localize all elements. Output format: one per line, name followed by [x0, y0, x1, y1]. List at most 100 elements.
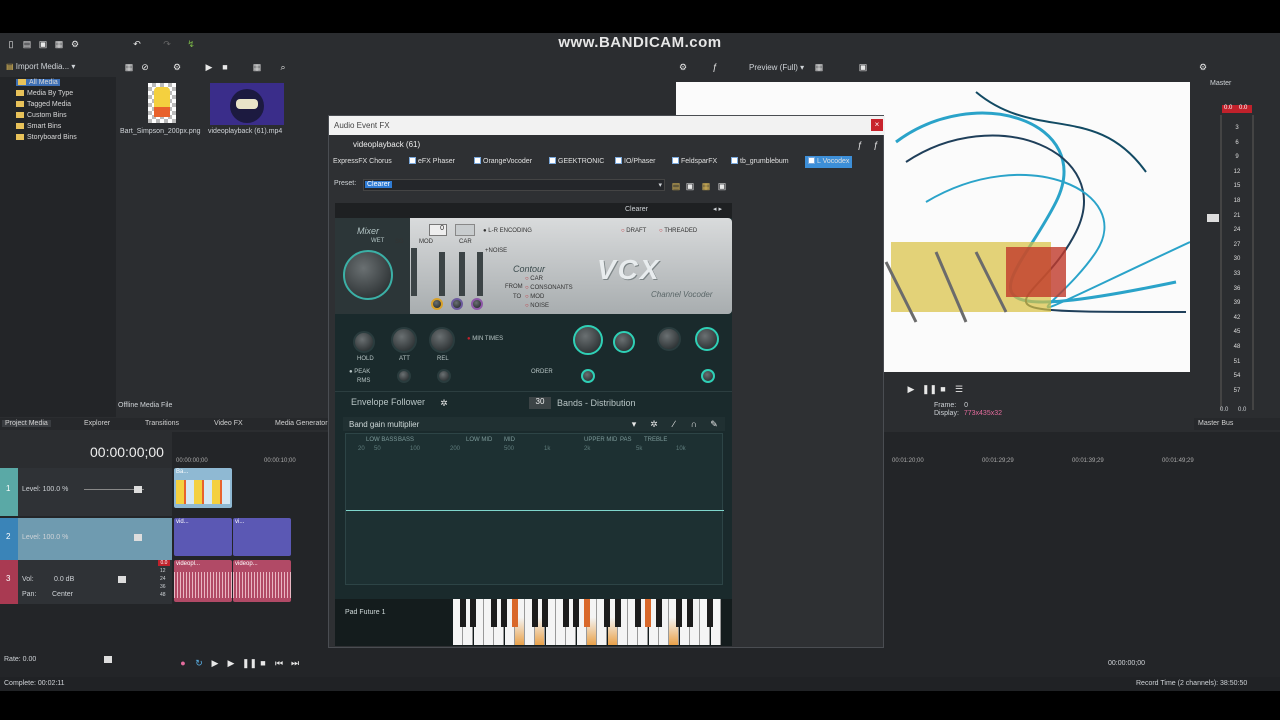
checkbox-icon[interactable]	[549, 157, 556, 164]
audio-clip-a[interactable]: videopl...	[174, 560, 232, 602]
mod-knob[interactable]	[431, 298, 443, 310]
black-key[interactable]	[676, 599, 683, 627]
envelope-knob-b[interactable]	[437, 369, 451, 383]
pencil-icon[interactable]: ✎	[709, 419, 719, 429]
contour-option[interactable]: ○ CAR	[525, 276, 543, 282]
peak-toggle[interactable]: ● PEAK	[349, 369, 370, 375]
checkbox-icon[interactable]	[808, 157, 815, 164]
video-clip-a[interactable]: vid...	[174, 518, 232, 556]
chevron-down-icon[interactable]: ▾	[629, 419, 639, 429]
track-header-1[interactable]: 1 Level: 100.0 %	[0, 468, 172, 516]
checkbox-icon[interactable]	[672, 157, 679, 164]
remove-icon[interactable]: ⊘	[140, 62, 150, 72]
contour-option[interactable]: ○ MOD	[525, 294, 544, 300]
checkbox-icon[interactable]	[615, 157, 622, 164]
black-key[interactable]	[563, 599, 569, 627]
level-slider-handle[interactable]	[134, 534, 142, 541]
noise-knob[interactable]	[471, 298, 483, 310]
pause-icon[interactable]: ❚❚	[242, 658, 257, 668]
black-key[interactable]	[460, 599, 466, 627]
dialog-close-button[interactable]: ×	[871, 119, 883, 131]
fx-chain-item[interactable]: GEEKTRONIC	[549, 156, 604, 168]
fx-chain-item[interactable]: OrangeVocoder	[474, 156, 532, 168]
hi-knob[interactable]	[701, 369, 715, 383]
envelope-knob-a[interactable]	[397, 369, 411, 383]
views-icon[interactable]: ▦	[252, 62, 262, 72]
track-header-3[interactable]: 3 Vol: 0.0 dB Pan: Center 0.0 12 24 36 4…	[0, 560, 172, 604]
save-snapshot-icon[interactable]: ▣	[858, 62, 868, 72]
checkbox-icon[interactable]	[409, 157, 416, 164]
level-slider-handle[interactable]	[134, 486, 142, 493]
contour-option[interactable]: ○ CONSONANTS	[525, 285, 573, 291]
band-gain-graph[interactable]: LOW BASS BASS LOW MID MID UPPER MID PAS TREBLE…	[345, 433, 724, 585]
lr-encoding-toggle[interactable]: ● L-R ENCODING	[483, 228, 532, 234]
settings-icon[interactable]: ⚙	[172, 62, 182, 72]
fx-chain-item[interactable]: IO/Phaser	[615, 156, 656, 168]
preset-settings-icon[interactable]: ▣	[717, 181, 727, 191]
contour-option[interactable]: ○ NOISE	[525, 303, 549, 309]
order-knob[interactable]	[581, 369, 595, 383]
black-key[interactable]	[686, 599, 693, 627]
piano-keyboard[interactable]	[453, 599, 721, 645]
sg-fader[interactable]	[411, 248, 417, 296]
instrument-selector[interactable]: Pad Future 1	[345, 609, 385, 616]
car-knob[interactable]	[451, 298, 463, 310]
band-gain-dropdown[interactable]: Band gain multiplier	[349, 420, 419, 429]
black-key[interactable]	[707, 599, 714, 627]
stop-preview-icon[interactable]: ■	[938, 384, 948, 394]
tree-tagged-media[interactable]: Tagged Media	[16, 101, 71, 108]
master-settings-icon[interactable]: ⚙	[1198, 62, 1208, 72]
tree-media-by-type[interactable]: Media By Type	[16, 90, 73, 97]
play-preview-icon[interactable]: ▶	[906, 384, 916, 394]
black-key[interactable]	[655, 599, 662, 627]
black-key[interactable]	[542, 599, 549, 627]
voices-knob[interactable]	[695, 327, 719, 351]
tree-custom-bins[interactable]: Custom Bins	[16, 112, 67, 119]
black-key[interactable]	[614, 599, 621, 627]
spread-knob[interactable]	[613, 331, 635, 353]
snowflake-icon[interactable]: ✲	[649, 419, 659, 429]
car-fader[interactable]	[459, 252, 465, 296]
rate-slider-handle[interactable]	[104, 656, 112, 663]
magnet-icon[interactable]: ∩	[689, 419, 699, 429]
play-from-start-icon[interactable]: ▶	[210, 658, 220, 668]
grid-icon[interactable]: ▦	[814, 62, 824, 72]
menu-preview-icon[interactable]: ☰	[954, 384, 964, 394]
black-key[interactable]	[573, 599, 580, 627]
black-key[interactable]	[532, 599, 539, 627]
volume-slider-handle[interactable]	[118, 576, 126, 583]
master-fader-handle[interactable]	[1207, 214, 1219, 222]
black-key[interactable]	[490, 599, 497, 627]
fx-chain-icon[interactable]: ƒ	[855, 140, 865, 150]
wet-knob[interactable]	[343, 250, 393, 300]
checkbox-icon[interactable]	[474, 157, 481, 164]
record-icon[interactable]: ●	[178, 658, 188, 668]
black-key[interactable]	[470, 599, 477, 627]
go-end-icon[interactable]: ⏭	[290, 658, 300, 668]
export-preset-icon[interactable]: ▦	[701, 181, 711, 191]
gender-knob[interactable]	[657, 327, 681, 351]
min-times-toggle[interactable]: ● MIN TIMES	[467, 336, 503, 342]
fx-chain-item[interactable]: eFX Phaser	[409, 156, 455, 168]
bart-thumbnail[interactable]	[148, 83, 176, 123]
attack-knob[interactable]	[391, 327, 417, 353]
view-icon[interactable]: ▦	[124, 62, 134, 72]
tree-smart-bins[interactable]: Smart Bins	[16, 123, 61, 130]
tab-transitions[interactable]: Transitions	[145, 420, 179, 427]
tab-project-media[interactable]: Project Media	[2, 420, 51, 427]
tree-storyboard-bins[interactable]: Storyboard Bins	[16, 134, 77, 141]
black-key[interactable]	[604, 599, 611, 627]
video-clip-bart[interactable]: Ba...	[174, 468, 232, 508]
tree-all-media[interactable]: All Media	[16, 79, 60, 86]
save-preset-icon[interactable]: ▣	[685, 181, 695, 191]
preset-nav-icon[interactable]: ◂ ▸	[713, 205, 722, 213]
open-preset-icon[interactable]: ▤	[671, 181, 681, 191]
black-key[interactable]	[583, 599, 590, 627]
brush-icon[interactable]: ∕	[669, 419, 679, 429]
tab-video-fx[interactable]: Video FX	[214, 420, 243, 427]
pause-preview-icon[interactable]: ❚❚	[922, 384, 937, 394]
fx-chain-item[interactable]: FeldsparFX	[672, 156, 717, 168]
black-key[interactable]	[645, 599, 652, 627]
play-icon[interactable]: ▶	[204, 62, 214, 72]
stop-icon[interactable]: ■	[220, 62, 230, 72]
